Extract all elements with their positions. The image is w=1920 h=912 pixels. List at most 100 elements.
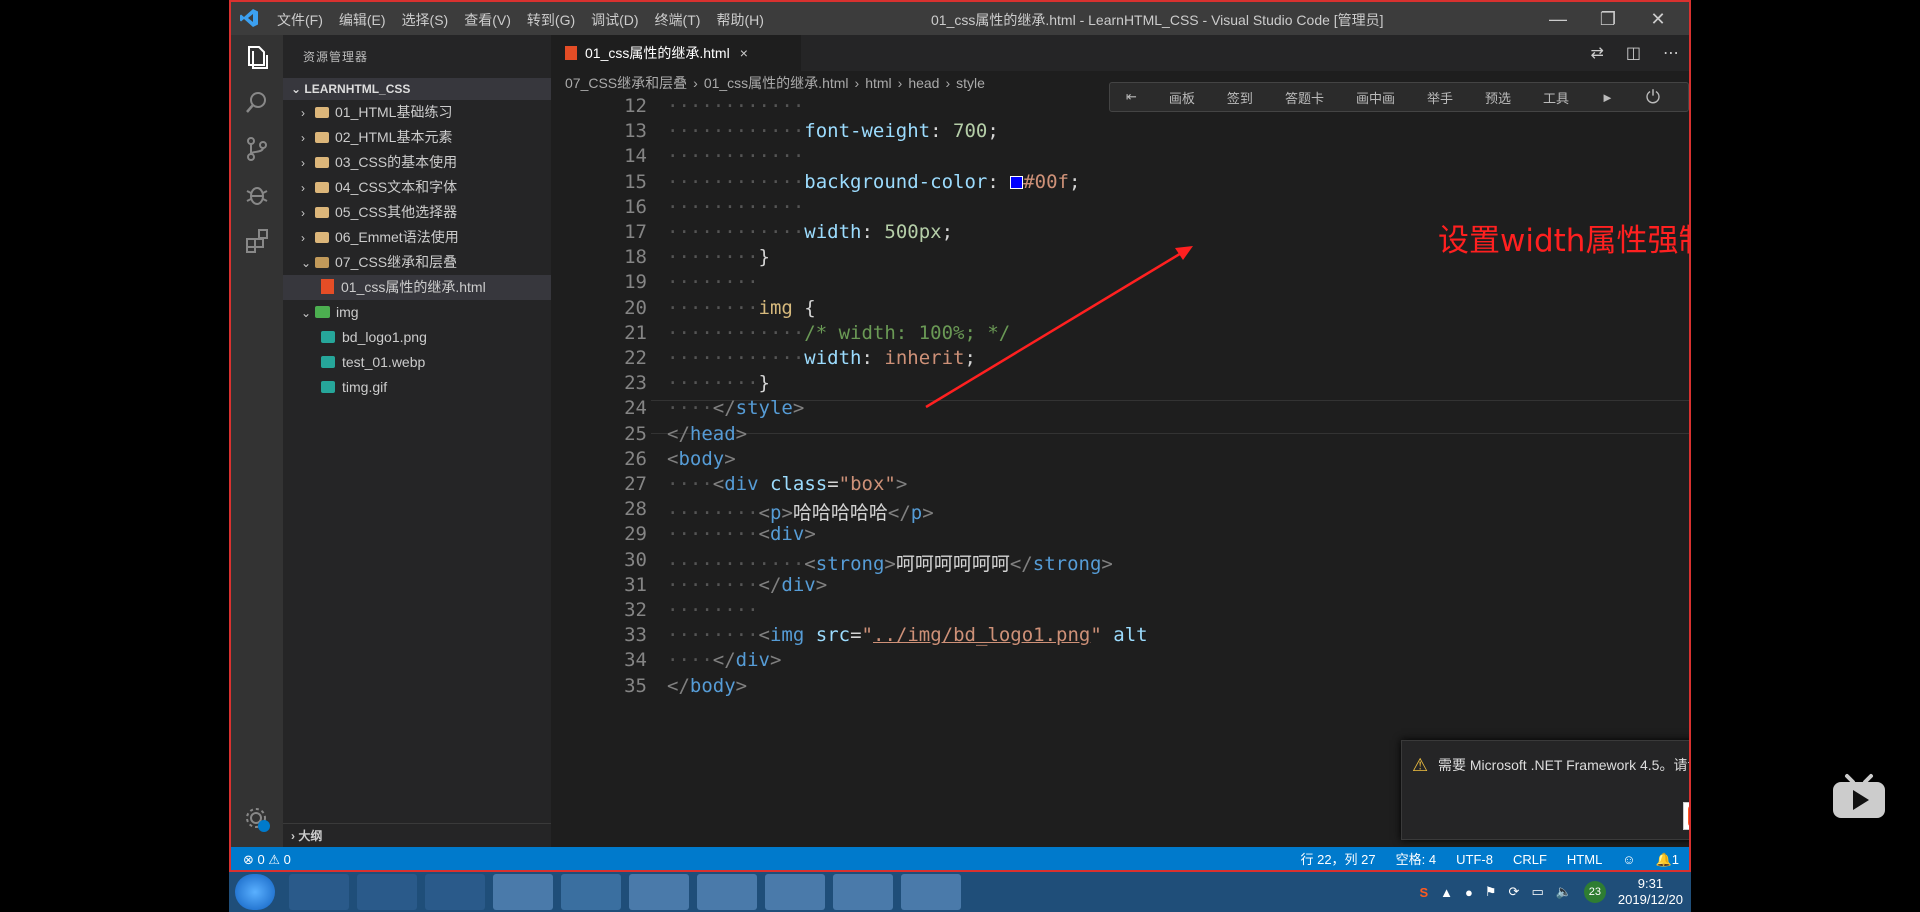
start-button-icon[interactable] (235, 874, 275, 910)
file-item[interactable]: timg.gif (283, 375, 551, 400)
tray-badge[interactable]: 23 (1583, 881, 1606, 903)
code-line[interactable]: ············ (651, 145, 804, 167)
cursor-position[interactable]: 行 22，列 27 (1300, 847, 1375, 870)
tab-active-file[interactable]: 01_css属性的继承.html × (551, 35, 801, 71)
tray-expand-icon[interactable]: ▲ (1440, 885, 1453, 900)
outline-section[interactable]: › 大纲 (283, 823, 551, 847)
folder-item[interactable]: › 05_CSS其他选择器 (283, 200, 551, 225)
menu-item[interactable]: 帮助(H) (716, 10, 763, 30)
code-line[interactable]: ····<div class="box"> (651, 473, 907, 495)
menu-item[interactable]: 调试(D) (591, 10, 638, 30)
encoding[interactable]: UTF-8 (1456, 847, 1493, 870)
tray-display-icon[interactable]: ▭ (1531, 884, 1543, 900)
code-line[interactable]: ············width: 500px; (651, 221, 953, 243)
minimize-button[interactable]: — (1533, 6, 1583, 32)
breadcrumb-item[interactable]: style (956, 75, 985, 91)
more-actions-icon[interactable]: ⋯ (1663, 43, 1679, 63)
language-mode[interactable]: HTML (1567, 847, 1602, 870)
code-line[interactable]: ············font-weight: 700; (651, 120, 999, 142)
code-line[interactable]: ············ (651, 95, 804, 117)
explorer-icon[interactable] (243, 43, 271, 71)
source-control-icon[interactable] (243, 135, 271, 163)
vscode-logo-icon (240, 9, 258, 27)
taskbar-chrome-icon[interactable] (629, 874, 689, 910)
problems-indicator[interactable]: ⊗ 0 ⚠ 0 (243, 847, 291, 870)
code-line[interactable]: ········</div> (651, 574, 827, 596)
close-button[interactable]: ✕ (1633, 6, 1683, 32)
code-line[interactable]: ············<strong>呵呵呵呵呵呵</strong> (651, 549, 1113, 576)
folder-item[interactable]: › 02_HTML基本元素 (283, 125, 551, 150)
compare-icon[interactable]: ⇄ (1590, 43, 1603, 63)
taskbar-explorer-icon[interactable] (493, 874, 553, 910)
file-item[interactable]: bd_logo1.png (283, 325, 551, 350)
indentation[interactable]: 空格: 4 (1396, 847, 1436, 870)
menu-item[interactable]: 编辑(E) (339, 10, 386, 30)
taskbar-vscode-icon[interactable] (561, 874, 621, 910)
code-line[interactable]: ········<img src="../img/bd_logo1.png" a… (651, 624, 1148, 646)
folder-item[interactable]: › 01_HTML基础练习 (283, 100, 551, 125)
tray-sogou-icon[interactable]: S (1419, 885, 1428, 900)
code-line[interactable]: ········ (651, 271, 759, 293)
menu-item[interactable]: 终端(T) (655, 10, 701, 30)
settings-gear-icon[interactable] (243, 805, 271, 833)
feedback-smiley-icon[interactable]: ☺ (1622, 847, 1635, 870)
code-line[interactable]: ····</div> (651, 649, 781, 671)
tray-network-icon[interactable]: ● (1465, 885, 1473, 900)
code-line[interactable]: ············/* width: 100%; */ (651, 322, 1010, 344)
search-icon[interactable] (243, 89, 271, 117)
folder-item[interactable]: ⌄ img (283, 300, 551, 325)
project-root[interactable]: ⌄ LEARNHTML_CSS (283, 78, 551, 100)
folder-item[interactable]: ⌄ 07_CSS继承和层叠 (283, 250, 551, 275)
code-line[interactable]: ········img { (651, 297, 816, 319)
taskbar-notes-icon[interactable] (697, 874, 757, 910)
code-line[interactable]: <body> (651, 448, 736, 470)
tray-sync-icon[interactable]: ⟳ (1509, 884, 1520, 900)
taskbar-app-media-icon[interactable] (425, 874, 485, 910)
line-ending[interactable]: CRLF (1513, 847, 1547, 870)
file-item[interactable]: test_01.webp (283, 350, 551, 375)
notifications-bell[interactable]: 🔔1 (1656, 847, 1679, 870)
taskbar-vscode2-icon[interactable] (765, 874, 825, 910)
bilibili-play-icon[interactable] (1831, 772, 1887, 820)
debug-icon[interactable] (243, 181, 271, 209)
menu-item[interactable]: 文件(F) (277, 10, 323, 30)
breadcrumb-item[interactable]: 01_css属性的继承.html (704, 75, 849, 91)
clock[interactable]: 9:31 2019/12/20 (1618, 876, 1683, 908)
menu-item[interactable]: 选择(S) (402, 10, 449, 30)
extensions-icon[interactable] (243, 227, 271, 255)
code-line[interactable]: ········ (651, 599, 759, 621)
split-editor-icon[interactable]: ◫ (1626, 43, 1641, 63)
code-line[interactable]: </body> (651, 675, 747, 697)
warning-icon: ⚠ (1412, 755, 1429, 775)
code-editor[interactable]: ············ ············font-weight: 700… (651, 95, 1651, 845)
code-line[interactable]: ············ (651, 196, 804, 218)
image-file-icon (321, 331, 335, 343)
folder-item[interactable]: › 06_Emmet语法使用 (283, 225, 551, 250)
folder-item[interactable]: › 03_CSS的基本使用 (283, 150, 551, 175)
code-line[interactable]: </head> (651, 423, 747, 445)
chevron-right-icon: › (301, 206, 305, 220)
tree-item-label: timg.gif (342, 379, 388, 395)
breadcrumb-item[interactable]: 07_CSS继承和层叠 (565, 75, 687, 91)
code-line[interactable]: ········<div> (651, 523, 816, 545)
folder-item[interactable]: › 04_CSS文本和字体 (283, 175, 551, 200)
code-line[interactable]: ····</style> (651, 397, 804, 419)
taskbar-powerpoint-icon[interactable] (833, 874, 893, 910)
code-line[interactable]: ········} (651, 246, 770, 268)
taskbar-app-colorful-icon[interactable] (289, 874, 349, 910)
breadcrumb-item[interactable]: head (908, 75, 939, 91)
code-line[interactable]: ············width: inherit; (651, 347, 976, 369)
code-line[interactable]: ········} (651, 372, 770, 394)
menu-item[interactable]: 查看(V) (464, 10, 511, 30)
tab-close-icon[interactable]: × (740, 45, 748, 61)
breadcrumb-item[interactable]: html (865, 75, 891, 91)
taskbar-app-avatar-icon[interactable] (357, 874, 417, 910)
menu-item[interactable]: 转到(G) (527, 10, 575, 30)
taskbar-typora-icon[interactable] (901, 874, 961, 910)
tray-flag-icon[interactable]: ⚑ (1485, 884, 1497, 900)
file-item[interactable]: 01_css属性的继承.html (283, 275, 551, 300)
code-line[interactable]: ········<p>哈哈哈哈哈</p> (651, 498, 934, 525)
maximize-button[interactable]: ❐ (1583, 6, 1633, 32)
tray-volume-icon[interactable]: 🔈 (1556, 884, 1572, 900)
code-line[interactable]: ············background-color: #00f; (651, 171, 1080, 193)
